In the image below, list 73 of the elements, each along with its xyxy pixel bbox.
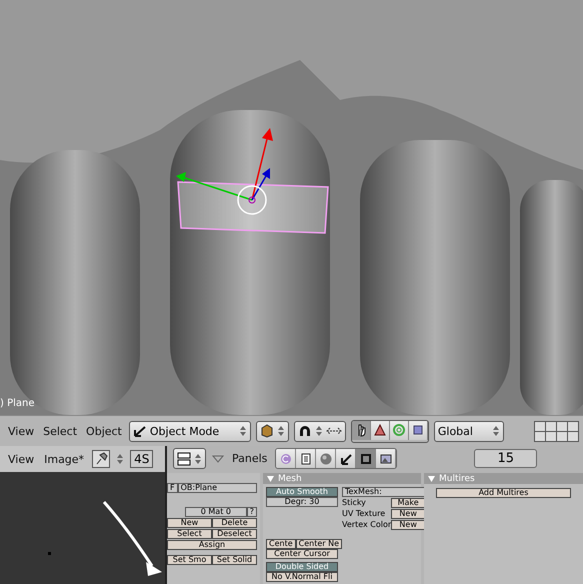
panel-button[interactable]: Set Solid [212,555,257,565]
data-label: UV Texture [342,509,386,519]
ring-icon [392,423,406,437]
add-multires-button[interactable]: Add Multires [436,488,571,498]
panel-button[interactable]: Select [167,529,212,539]
picture-icon [378,452,393,466]
degree-field[interactable]: Degr: 30 [266,497,338,507]
panel-button[interactable]: Assign [167,540,257,550]
pin-icon[interactable] [92,450,110,468]
menu-item[interactable]: Select [41,424,80,438]
help-button[interactable]: ? [246,507,257,517]
up-down-arrows-icon[interactable] [116,453,124,465]
up-down-arrows-icon [238,425,247,437]
square-icon [410,423,425,437]
context-tab[interactable] [336,449,356,468]
draw-type-dropdown[interactable] [256,420,289,442]
panel-button[interactable]: New [167,518,212,528]
window-list-icon [177,452,191,466]
data-button[interactable]: New [391,509,426,519]
up-down-arrows-icon [314,425,323,437]
object-name-field[interactable]: OB:Plane [178,483,257,493]
fake-user-toggle[interactable]: F [167,483,178,493]
manipulator-toggle-group[interactable] [350,420,429,442]
panels-menu[interactable]: Panels [230,452,270,465]
triangle-icon [372,423,387,437]
up-down-arrows-icon [492,425,500,437]
manipulator-toggle[interactable] [352,420,371,440]
menu-item[interactable]: Image* [42,452,86,466]
center-button[interactable]: Center Cursor [266,549,338,559]
document-icon [298,452,313,466]
panel-title: Multires [439,474,475,484]
layer-grid[interactable] [534,420,579,442]
window-type-dropdown[interactable] [173,448,206,469]
magnet-icon [298,424,312,438]
mesh-toggle[interactable]: No V.Normal Fli [266,572,338,582]
data-button[interactable]: Make [391,498,426,508]
menu-item[interactable]: View [6,424,36,438]
up-down-arrows-icon [194,452,202,464]
panel-button[interactable]: Set Smo [167,555,212,565]
mesh-toggle[interactable]: Double Sided [266,562,338,572]
auto-smooth-toggle[interactable]: Auto Smooth [266,487,338,497]
menu-item[interactable]: Object [84,424,124,438]
context-tab[interactable] [296,449,316,468]
pivot-dropdown[interactable] [294,420,346,442]
center-button[interactable]: Cente [266,539,296,549]
panel-button[interactable]: Deselect [212,529,257,539]
texmesh-field[interactable]: TexMesh: [342,487,426,497]
manipulator-toggle[interactable] [370,420,390,440]
mode-dropdown[interactable]: Object Mode [128,420,251,442]
center-button[interactable]: Center Ne [296,539,342,549]
up-down-arrows-icon [276,425,285,437]
data-label: Vertex Color [342,520,392,530]
panel-title: Mesh [278,474,302,484]
material-index-field[interactable]: 0 Mat 0 [185,507,247,517]
snap-grid-icon [326,425,342,437]
data-button[interactable]: New [391,520,426,530]
data-label: Sticky [342,498,367,508]
context-tab[interactable] [376,449,396,468]
collapse-triangle-icon[interactable] [267,476,274,482]
square-outline-icon [358,452,373,466]
collapse-triangle-icon[interactable] [212,454,224,464]
cube-icon [260,424,274,438]
panel-button[interactable]: Delete [212,518,257,528]
sphere-icon [318,452,333,466]
manipulator-toggle[interactable] [390,420,409,440]
image-slot-field[interactable]: 4S [130,450,154,468]
object-name-label: ) Plane [0,398,35,409]
menu-item[interactable]: View [6,452,36,466]
collapse-triangle-icon[interactable] [428,476,435,482]
manipulator-toggle[interactable] [408,420,428,440]
frame-number-field[interactable]: 15 [474,449,537,468]
orientation-dropdown[interactable]: Global [434,420,504,442]
context-tab[interactable] [356,449,376,468]
